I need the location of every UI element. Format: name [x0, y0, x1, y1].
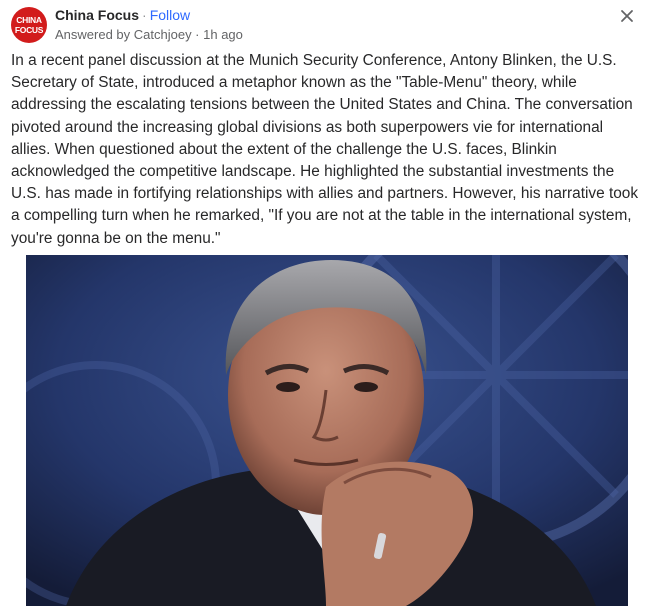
answer-card: CHINA FOCUS China Focus · Follow Answered … [0, 0, 653, 606]
byline[interactable]: Answered by Catchjoey · 1h ago [55, 26, 243, 44]
separator-dot: · [142, 7, 147, 23]
answer-photo[interactable] [26, 255, 628, 606]
logo-text-top: CHINA [16, 15, 42, 25]
logo-text-bottom: FOCUS [14, 25, 44, 35]
follow-button[interactable]: Follow [150, 7, 190, 23]
space-logo[interactable]: CHINA FOCUS [11, 7, 47, 43]
space-header: China Focus · Follow [55, 6, 190, 24]
close-button[interactable] [617, 6, 637, 26]
answer-text: In a recent panel discussion at the Muni… [11, 52, 639, 247]
close-icon [621, 10, 633, 22]
portrait-illustration [26, 255, 628, 606]
space-name-link[interactable]: China Focus [55, 7, 139, 23]
